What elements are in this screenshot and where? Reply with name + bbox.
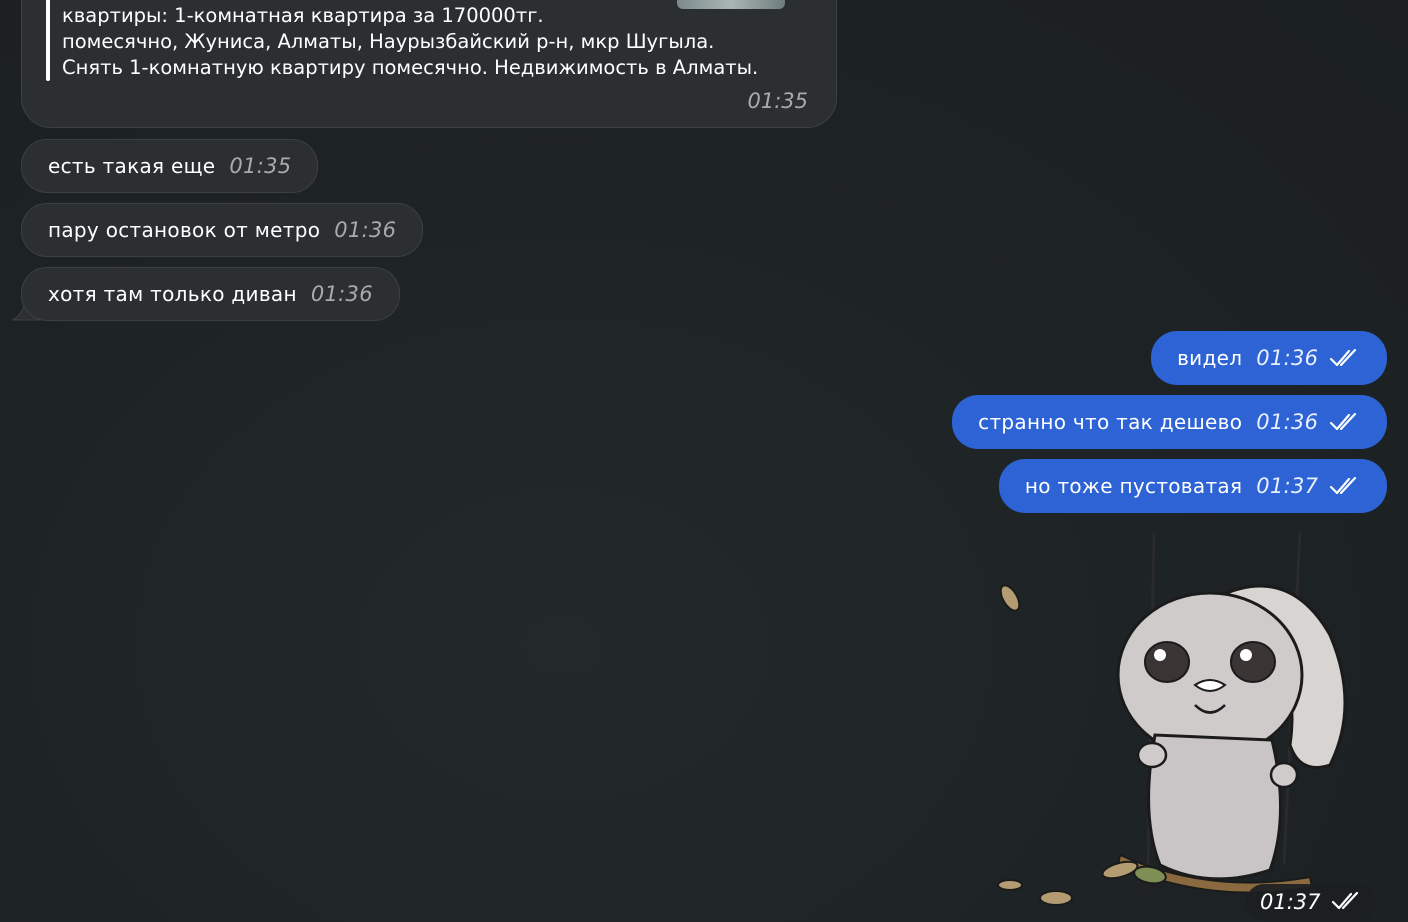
incoming-message[interactable]: есть такая еще 01:35 [21, 139, 319, 193]
double-check-icon [1332, 891, 1359, 910]
bunny-on-swing-sticker[interactable] [990, 525, 1390, 920]
incoming-message[interactable]: пару остановок от метро 01:36 [21, 203, 424, 257]
link-preview-message[interactable]: квартиры: 1-комнатная квартира за 170000… [21, 0, 837, 128]
sticker-time-badge: 01:37 [1246, 884, 1378, 920]
quote-bar [46, 0, 50, 81]
preview-description: квартиры: 1-комнатная квартира за 170000… [62, 4, 759, 79]
message-time: 01:36 [1256, 346, 1319, 370]
double-check-icon [1329, 412, 1357, 430]
message-time: 01:35 [747, 89, 808, 113]
chat-history[interactable]: квартиры: 1-комнатная квартира за 170000… [0, 0, 1408, 922]
message-text: есть такая еще [48, 154, 216, 178]
outgoing-message[interactable]: но тоже пустоватая 01:37 [998, 459, 1387, 513]
message-time: 01:36 [334, 218, 397, 242]
double-check-icon [1329, 476, 1357, 494]
message-time: 01:37 [1260, 890, 1321, 914]
outgoing-message[interactable]: странно что так дешево 01:36 [952, 395, 1387, 449]
message-text: пару остановок от метро [48, 218, 321, 242]
incoming-message[interactable]: хотя там только диван 01:36 [21, 267, 400, 321]
outgoing-message[interactable]: видел 01:36 [1151, 331, 1387, 385]
double-check-icon [1329, 348, 1357, 366]
message-text: видел [1177, 346, 1243, 370]
message-text: хотя там только диван [48, 282, 297, 306]
message-time: 01:36 [1256, 410, 1319, 434]
message-text: странно что так дешево [978, 410, 1243, 434]
message-time: 01:36 [310, 282, 373, 306]
message-time: 01:35 [229, 154, 292, 178]
message-text: но тоже пустоватая [1024, 474, 1243, 498]
message-time: 01:37 [1256, 474, 1319, 498]
